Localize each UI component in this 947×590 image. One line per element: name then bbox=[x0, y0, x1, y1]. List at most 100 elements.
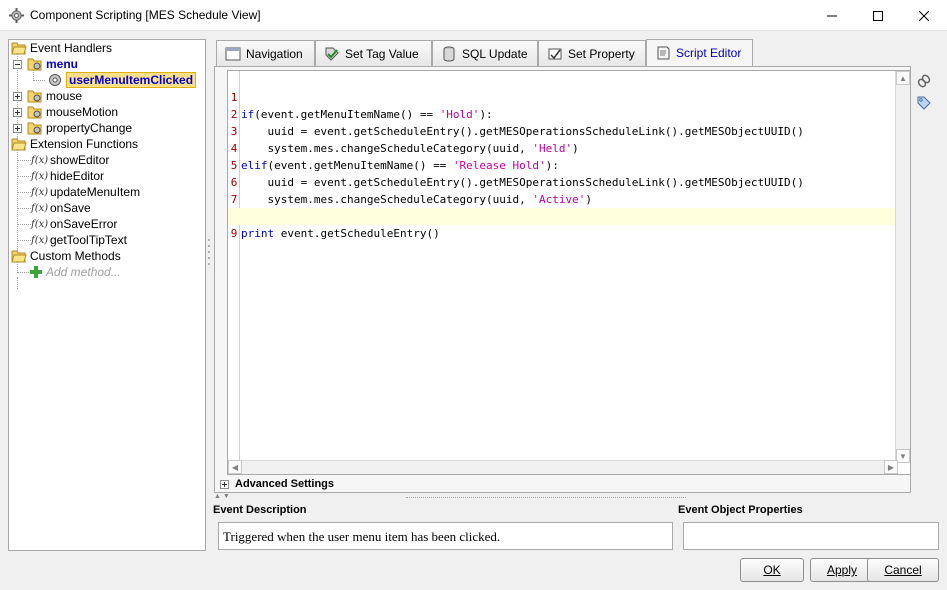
tree-line bbox=[17, 277, 18, 289]
tab-label: Set Tag Value bbox=[345, 46, 419, 61]
tree-expander-collapse[interactable] bbox=[13, 60, 22, 69]
tree-node-user-menu-item-clicked[interactable]: userMenuItemClicked bbox=[47, 72, 197, 88]
tree-line bbox=[17, 240, 31, 241]
tab-script-editor[interactable]: Script Editor bbox=[646, 39, 753, 66]
code-line: 8 print event.getScheduleEntry() bbox=[228, 191, 898, 240]
splitter-grip bbox=[208, 245, 210, 247]
close-button[interactable] bbox=[901, 0, 947, 31]
tree-node-menu[interactable]: menu bbox=[27, 56, 78, 72]
gear-script-icon bbox=[9, 8, 24, 23]
tab-sql-update[interactable]: SQL Update bbox=[432, 40, 538, 66]
tree-label: menu bbox=[46, 57, 79, 71]
script-editor-panel: 1 if(event.getMenuItemName() == 'Hold'):… bbox=[214, 66, 911, 493]
window-title: Component Scripting [MES Schedule View] bbox=[30, 8, 261, 22]
plus-icon bbox=[30, 266, 42, 278]
scroll-up-arrow[interactable]: ▲ bbox=[896, 71, 910, 85]
horizontal-scrollbar[interactable]: ◀ ▶ bbox=[228, 460, 898, 474]
ok-button[interactable]: OK bbox=[740, 558, 804, 582]
tree-line bbox=[17, 224, 31, 225]
tree-label: Custom Methods bbox=[30, 249, 121, 263]
folder-open-icon bbox=[11, 42, 27, 55]
tree-node-event-handlers[interactable]: Event Handlers bbox=[11, 40, 112, 56]
code-line: 2 uuid = event.getScheduleEntry().getMES… bbox=[228, 89, 898, 138]
title-bar: Component Scripting [MES Schedule View] bbox=[0, 0, 947, 31]
tree-label: hideEditor bbox=[50, 169, 105, 183]
folder-gear-icon bbox=[27, 90, 42, 103]
code-line: 4 elif(event.getMenuItemName() == 'Relea… bbox=[228, 123, 898, 172]
tree-line bbox=[17, 192, 31, 193]
tree-node-function[interactable]: f(x) getToolTipText bbox=[31, 232, 127, 248]
tree-label: mouse bbox=[46, 89, 83, 103]
tree-expander-expand[interactable] bbox=[13, 124, 22, 133]
splitter-grip bbox=[208, 251, 210, 253]
panel-splitter[interactable] bbox=[206, 39, 212, 551]
tree-node-function[interactable]: f(x) updateMenuItem bbox=[31, 184, 140, 200]
scroll-down-arrow[interactable]: ▼ bbox=[896, 449, 910, 463]
close-icon bbox=[919, 10, 929, 21]
event-description-label: Event Description bbox=[213, 504, 307, 516]
tab-navigation[interactable]: Navigation bbox=[216, 40, 315, 66]
minimize-button[interactable] bbox=[809, 0, 855, 31]
advanced-settings-toggle[interactable]: Advanced Settings bbox=[220, 478, 334, 490]
code-line: 7 bbox=[228, 174, 898, 206]
tab-set-property[interactable]: Set Property bbox=[538, 40, 646, 66]
tree-node-function[interactable]: f(x) onSaveError bbox=[31, 216, 117, 232]
vertical-scrollbar[interactable]: ▲ ▼ bbox=[895, 71, 910, 463]
folder-gear-icon bbox=[27, 58, 42, 71]
maximize-icon bbox=[873, 10, 883, 21]
insert-property-reference-button[interactable] bbox=[914, 71, 934, 91]
splitter-grip bbox=[208, 257, 210, 259]
maximize-button[interactable] bbox=[855, 0, 901, 31]
tab-set-tag-value[interactable]: Set Tag Value bbox=[315, 40, 432, 66]
tab-label: Script Editor bbox=[676, 46, 742, 60]
tree-label: Event Handlers bbox=[30, 41, 113, 55]
tree-node-mouse-motion[interactable]: mouseMotion bbox=[27, 104, 118, 120]
tree-node-property-change[interactable]: propertyChange bbox=[27, 120, 132, 136]
link-icon bbox=[917, 74, 931, 88]
tree-label-selected: userMenuItemClicked bbox=[66, 72, 197, 88]
folder-open-icon bbox=[11, 250, 27, 263]
function-icon: f(x) bbox=[31, 170, 49, 182]
folder-gear-icon bbox=[27, 106, 42, 119]
minimize-icon bbox=[827, 15, 837, 16]
tree-node-extension-functions[interactable]: Extension Functions bbox=[11, 136, 138, 152]
tree-label: updateMenuItem bbox=[50, 185, 141, 199]
tree-node-mouse[interactable]: mouse bbox=[27, 88, 82, 104]
scroll-left-arrow[interactable]: ◀ bbox=[228, 460, 242, 474]
event-description-text: Triggered when the user menu item has be… bbox=[218, 522, 673, 550]
tree-expander-expand[interactable] bbox=[13, 92, 22, 101]
code-editor[interactable]: 1 if(event.getMenuItemName() == 'Hold'):… bbox=[227, 70, 911, 475]
tree-node-function[interactable]: f(x) hideEditor bbox=[31, 168, 104, 184]
code-text: event.getScheduleEntry() bbox=[274, 227, 440, 240]
tree-node-function[interactable]: f(x) showEditor bbox=[31, 152, 109, 168]
code-line: 3 system.mes.changeScheduleCategory(uuid… bbox=[228, 106, 898, 155]
horizontal-splitter[interactable] bbox=[406, 497, 686, 499]
tree-line bbox=[17, 208, 31, 209]
apply-button[interactable]: Apply bbox=[810, 558, 874, 582]
tab-label: Set Property bbox=[568, 46, 635, 61]
tag-icon bbox=[917, 96, 931, 110]
line-number: 9 bbox=[230, 227, 238, 240]
tree-label: Add method... bbox=[46, 265, 121, 279]
tree-node-custom-methods[interactable]: Custom Methods bbox=[11, 248, 121, 264]
window-icon bbox=[225, 47, 241, 60]
tree-node-function[interactable]: f(x) onSave bbox=[31, 200, 91, 216]
folder-gear-icon bbox=[27, 122, 42, 135]
function-icon: f(x) bbox=[31, 154, 49, 166]
advanced-settings-label: Advanced Settings bbox=[235, 478, 335, 490]
tree-label: Extension Functions bbox=[30, 137, 139, 151]
cancel-button[interactable]: Cancel bbox=[867, 558, 939, 582]
tree-line bbox=[17, 160, 31, 161]
code-line-current: 9 bbox=[228, 208, 898, 240]
event-tree[interactable]: Event Handlers menu userMenuItemClicked … bbox=[8, 39, 206, 551]
tree-expander-expand[interactable] bbox=[13, 108, 22, 117]
property-icon bbox=[548, 48, 562, 59]
function-icon: f(x) bbox=[31, 218, 49, 230]
splitter-arrows[interactable]: ▲▼ bbox=[214, 493, 232, 500]
tree-node-add-method[interactable]: Add method... bbox=[29, 264, 121, 280]
insert-tag-reference-button[interactable] bbox=[914, 93, 934, 113]
function-icon: f(x) bbox=[31, 186, 49, 198]
code-line: 6 system.mes.changeScheduleCategory(uuid… bbox=[228, 157, 898, 206]
scroll-right-arrow[interactable]: ▶ bbox=[884, 460, 898, 474]
code-line: 5 uuid = event.getScheduleEntry().getMES… bbox=[228, 140, 898, 189]
